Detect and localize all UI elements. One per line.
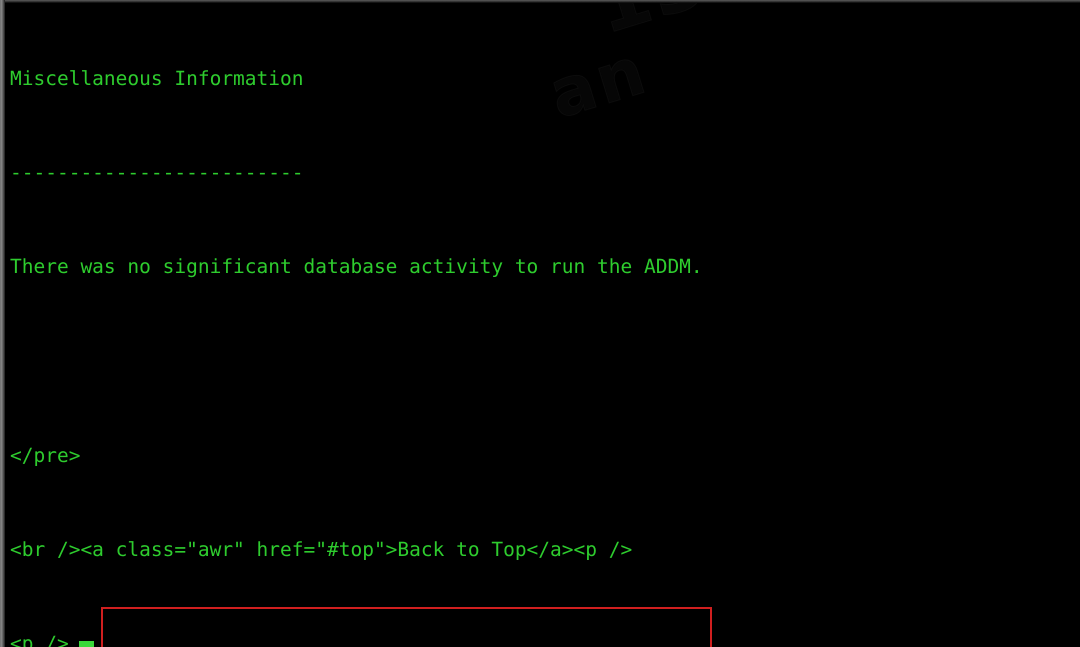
window-top-edge: [0, 0, 1080, 3]
terminal-cursor: [79, 641, 94, 647]
window-left-edge: [0, 0, 5, 647]
output-line-back-to-top-tag: <br /><a class="awr" href="#top">Back to…: [10, 537, 633, 561]
output-line-blank-1: [10, 345, 703, 376]
terminal-window[interactable]: 135 W1012 an Miscellaneous Information -…: [0, 0, 1080, 647]
output-line-section-title: Miscellaneous Information: [10, 66, 304, 90]
output-line-p-tag-1: <p />: [10, 632, 69, 647]
output-line-addm-message: There was no significant database activi…: [10, 255, 703, 279]
terminal-output: Miscellaneous Information --------------…: [10, 0, 703, 647]
output-line-section-rule: -------------------------: [10, 161, 304, 185]
output-line-pre-close-tag: </pre>: [10, 443, 81, 467]
